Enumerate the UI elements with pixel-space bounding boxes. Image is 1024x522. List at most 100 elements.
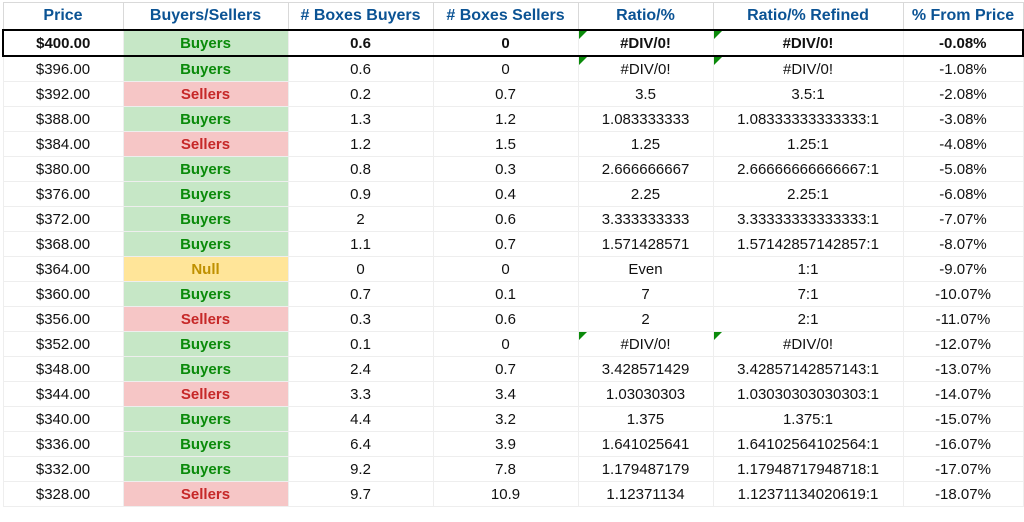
table-row: $372.00Buyers20.63.3333333333.3333333333… [3, 207, 1023, 232]
header-boxes-buyers: # Boxes Buyers [288, 3, 433, 31]
cell-ratio: 1.25 [578, 132, 713, 157]
cell-boxes-sellers: 3.4 [433, 382, 578, 407]
header-pct-from-price: % From Price [903, 3, 1023, 31]
cell-boxes-buyers: 2 [288, 207, 433, 232]
cell-price: $396.00 [3, 56, 123, 82]
cell-buyers-sellers: Buyers [123, 457, 288, 482]
cell-price: $368.00 [3, 232, 123, 257]
cell-pct-from-price: -2.08% [903, 82, 1023, 107]
cell-price: $400.00 [3, 30, 123, 56]
cell-buyers-sellers: Buyers [123, 407, 288, 432]
cell-ratio-refined: 1.08333333333333:1 [713, 107, 903, 132]
table-row: $352.00Buyers0.10#DIV/0!#DIV/0!-12.07% [3, 332, 1023, 357]
table-row: $348.00Buyers2.40.73.4285714293.42857142… [3, 357, 1023, 382]
cell-boxes-buyers: 3.3 [288, 382, 433, 407]
cell-price: $336.00 [3, 432, 123, 457]
data-table: Price Buyers/Sellers # Boxes Buyers # Bo… [2, 2, 1024, 507]
header-ratio: Ratio/% [578, 3, 713, 31]
cell-pct-from-price: -12.07% [903, 332, 1023, 357]
cell-pct-from-price: -11.07% [903, 307, 1023, 332]
cell-price: $364.00 [3, 257, 123, 282]
cell-boxes-sellers: 0 [433, 332, 578, 357]
cell-ratio-refined: #DIV/0! [713, 30, 903, 56]
table-row: $364.00Null00Even1:1-9.07% [3, 257, 1023, 282]
cell-boxes-sellers: 3.9 [433, 432, 578, 457]
cell-ratio: 7 [578, 282, 713, 307]
cell-buyers-sellers: Sellers [123, 307, 288, 332]
cell-pct-from-price: -15.07% [903, 407, 1023, 432]
cell-price: $356.00 [3, 307, 123, 332]
cell-boxes-sellers: 7.8 [433, 457, 578, 482]
header-buyers-sellers: Buyers/Sellers [123, 3, 288, 31]
cell-boxes-buyers: 0.8 [288, 157, 433, 182]
cell-boxes-buyers: 1.3 [288, 107, 433, 132]
cell-boxes-buyers: 9.7 [288, 482, 433, 507]
cell-buyers-sellers: Sellers [123, 82, 288, 107]
cell-boxes-buyers: 9.2 [288, 457, 433, 482]
cell-pct-from-price: -1.08% [903, 56, 1023, 82]
cell-ratio-refined: #DIV/0! [713, 332, 903, 357]
cell-ratio: #DIV/0! [578, 332, 713, 357]
cell-price: $344.00 [3, 382, 123, 407]
cell-boxes-buyers: 0.9 [288, 182, 433, 207]
cell-ratio-refined: 1.57142857142857:1 [713, 232, 903, 257]
cell-buyers-sellers: Buyers [123, 207, 288, 232]
cell-ratio: 1.179487179 [578, 457, 713, 482]
table-row: $388.00Buyers1.31.21.0833333331.08333333… [3, 107, 1023, 132]
cell-pct-from-price: -14.07% [903, 382, 1023, 407]
cell-ratio-refined: 3.5:1 [713, 82, 903, 107]
cell-boxes-buyers: 0.6 [288, 56, 433, 82]
cell-ratio: 3.333333333 [578, 207, 713, 232]
cell-ratio: 1.375 [578, 407, 713, 432]
cell-ratio: 1.03030303 [578, 382, 713, 407]
cell-buyers-sellers: Sellers [123, 132, 288, 157]
cell-boxes-sellers: 0 [433, 257, 578, 282]
table-row: $344.00Sellers3.33.41.030303031.03030303… [3, 382, 1023, 407]
cell-buyers-sellers: Buyers [123, 56, 288, 82]
cell-ratio-refined: 1.375:1 [713, 407, 903, 432]
cell-ratio-refined: 2.66666666666667:1 [713, 157, 903, 182]
table-row: $376.00Buyers0.90.42.252.25:1-6.08% [3, 182, 1023, 207]
table-row: $340.00Buyers4.43.21.3751.375:1-15.07% [3, 407, 1023, 432]
cell-boxes-sellers: 1.2 [433, 107, 578, 132]
cell-pct-from-price: -7.07% [903, 207, 1023, 232]
cell-boxes-sellers: 0 [433, 56, 578, 82]
cell-ratio-refined: 1.17948717948718:1 [713, 457, 903, 482]
cell-buyers-sellers: Sellers [123, 482, 288, 507]
cell-boxes-buyers: 1.1 [288, 232, 433, 257]
cell-ratio-refined: 2.25:1 [713, 182, 903, 207]
table-row: $336.00Buyers6.43.91.6410256411.64102564… [3, 432, 1023, 457]
cell-boxes-sellers: 0 [433, 30, 578, 56]
cell-ratio-refined: 1:1 [713, 257, 903, 282]
header-ratio-refined: Ratio/% Refined [713, 3, 903, 31]
cell-boxes-sellers: 0.7 [433, 232, 578, 257]
table-body: $400.00Buyers0.60#DIV/0!#DIV/0!-0.08%$39… [3, 30, 1023, 507]
cell-price: $372.00 [3, 207, 123, 232]
cell-boxes-sellers: 0.6 [433, 307, 578, 332]
cell-price: $352.00 [3, 332, 123, 357]
table-row: $368.00Buyers1.10.71.5714285711.57142857… [3, 232, 1023, 257]
cell-boxes-buyers: 0.2 [288, 82, 433, 107]
cell-boxes-buyers: 0 [288, 257, 433, 282]
cell-ratio-refined: #DIV/0! [713, 56, 903, 82]
cell-pct-from-price: -9.07% [903, 257, 1023, 282]
cell-price: $376.00 [3, 182, 123, 207]
cell-ratio: #DIV/0! [578, 56, 713, 82]
cell-boxes-buyers: 0.7 [288, 282, 433, 307]
cell-boxes-buyers: 0.1 [288, 332, 433, 357]
cell-ratio: 1.083333333 [578, 107, 713, 132]
cell-price: $340.00 [3, 407, 123, 432]
cell-boxes-sellers: 10.9 [433, 482, 578, 507]
cell-ratio: 2.25 [578, 182, 713, 207]
table-row: $328.00Sellers9.710.91.123711341.1237113… [3, 482, 1023, 507]
cell-ratio: Even [578, 257, 713, 282]
table-row: $356.00Sellers0.30.622:1-11.07% [3, 307, 1023, 332]
cell-price: $388.00 [3, 107, 123, 132]
cell-boxes-buyers: 2.4 [288, 357, 433, 382]
cell-buyers-sellers: Buyers [123, 282, 288, 307]
table-row: $396.00Buyers0.60#DIV/0!#DIV/0!-1.08% [3, 56, 1023, 82]
cell-boxes-buyers: 0.6 [288, 30, 433, 56]
header-price: Price [3, 3, 123, 31]
cell-buyers-sellers: Null [123, 257, 288, 282]
cell-boxes-buyers: 6.4 [288, 432, 433, 457]
